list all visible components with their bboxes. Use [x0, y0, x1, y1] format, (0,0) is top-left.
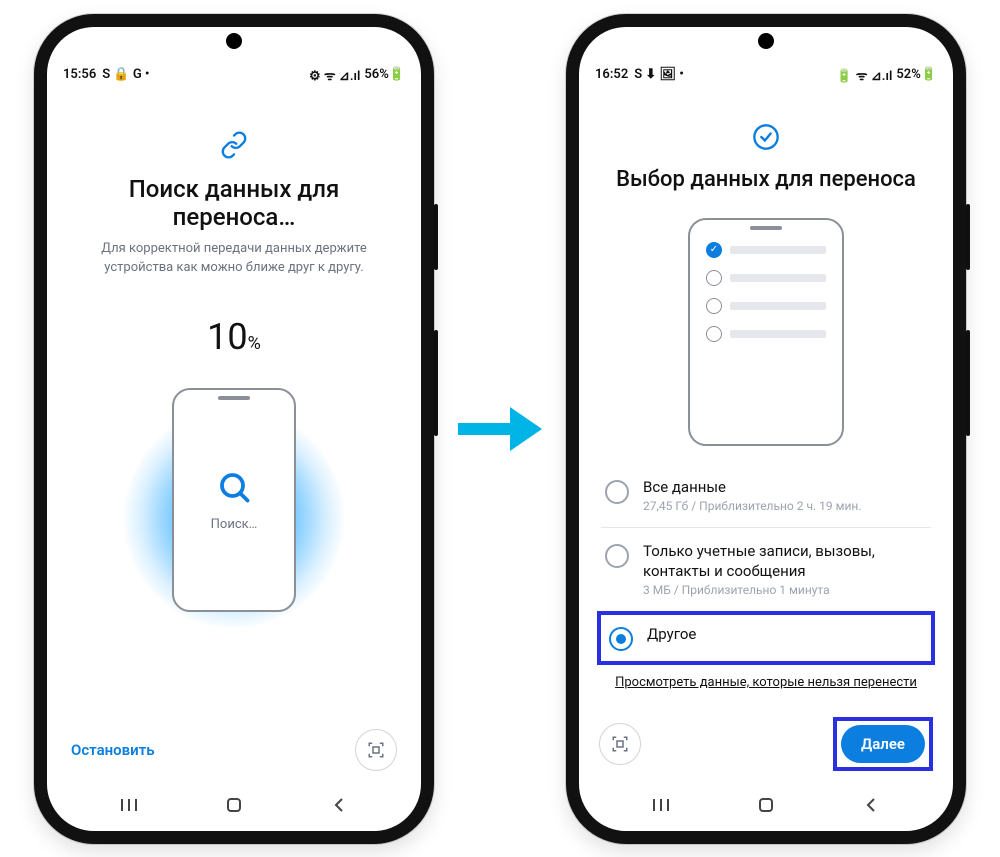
android-navbar: [579, 785, 953, 831]
option-accounts-only[interactable]: Только учетные записи, вызовы, контакты …: [601, 528, 931, 611]
phone-side-button: [966, 330, 970, 436]
checkmark-circle-icon: [579, 123, 953, 151]
status-icons: 🔋 ᯤ ⊿.ıl: [836, 66, 892, 84]
status-indicators: S ⬇ 🖼 •: [634, 67, 684, 82]
progress: 10%: [47, 316, 421, 358]
illustration: Поиск…: [47, 368, 421, 729]
page-title: Поиск данных для переноса…: [71, 175, 397, 231]
phone-side-button: [966, 204, 970, 270]
status-time: 15:56: [63, 67, 96, 82]
page-title: Выбор данных для переноса: [603, 167, 929, 192]
status-left: 16:52 S ⬇ 🖼 •: [595, 67, 684, 82]
status-time: 16:52: [595, 67, 628, 82]
status-bar: 16:52 S ⬇ 🖼 • 🔋 ᯤ ⊿.ıl 52%🔋: [579, 55, 953, 89]
battery-pct: 52%🔋: [896, 67, 937, 82]
stop-button[interactable]: Остановить: [71, 741, 155, 759]
scan-button[interactable]: [599, 723, 641, 765]
battery-pct: 56%🔋: [364, 67, 405, 82]
option-title: Все данные: [643, 478, 862, 498]
option-other[interactable]: Другое: [597, 611, 935, 665]
status-indicators: S 🔒 G •: [102, 67, 149, 82]
radio[interactable]: [605, 544, 629, 568]
option-title: Только учетные записи, вызовы, контакты …: [643, 542, 927, 581]
illustration: ✓: [688, 218, 844, 446]
next-highlight: Далее: [833, 717, 933, 771]
option-sub: 3 МБ / Приблизительно 1 минута: [643, 583, 927, 597]
option-sub: 27,45 Гб / Приблизительно 2 ч. 19 мин.: [643, 499, 862, 513]
page-subtitle: Для корректной передачи данных держите у…: [79, 239, 389, 278]
status-left: 15:56 S 🔒 G •: [63, 67, 150, 82]
phone-frame: 16:52 S ⬇ 🖼 • 🔋 ᯤ ⊿.ıl 52%🔋 Выбор данных…: [566, 14, 966, 844]
screen-select: 16:52 S ⬇ 🖼 • 🔋 ᯤ ⊿.ıl 52%🔋 Выбор данных…: [579, 27, 953, 831]
nav-recents[interactable]: [651, 795, 671, 815]
mini-notch: [218, 396, 250, 400]
search-icon: [214, 467, 254, 507]
mini-notch: [750, 226, 782, 230]
progress-value: 10: [207, 316, 247, 358]
phone-side-button: [434, 330, 438, 436]
android-navbar: [47, 785, 421, 831]
status-right: 🔋 ᯤ ⊿.ıl 52%🔋: [836, 66, 937, 84]
nav-home[interactable]: [756, 795, 776, 815]
footer: Далее: [579, 717, 953, 785]
scan-button[interactable]: [355, 729, 397, 771]
radio[interactable]: [605, 480, 629, 504]
footer: Остановить: [47, 729, 421, 785]
non-transferable-link[interactable]: Просмотреть данные, которые нельзя перен…: [603, 675, 929, 690]
option-title: Другое: [647, 625, 696, 645]
radio-selected[interactable]: [609, 627, 633, 651]
progress-unit: %: [248, 333, 261, 354]
status-right: ⚙ ᯤ ⊿.ıl 56%🔋: [309, 66, 405, 84]
mini-phone: Поиск…: [172, 388, 296, 612]
status-bar: 15:56 S 🔒 G • ⚙ ᯤ ⊿.ıl 56%🔋: [47, 55, 421, 89]
options-list: Все данные 27,45 Гб / Приблизительно 2 ч…: [601, 464, 931, 612]
next-button[interactable]: Далее: [841, 725, 925, 763]
screen-search: 15:56 S 🔒 G • ⚙ ᯤ ⊿.ıl 56%🔋 Поиск данных…: [47, 27, 421, 831]
phone-frame: 15:56 S 🔒 G • ⚙ ᯤ ⊿.ıl 56%🔋 Поиск данных…: [34, 14, 434, 844]
option-all-data[interactable]: Все данные 27,45 Гб / Приблизительно 2 ч…: [601, 464, 931, 529]
phone-side-button: [434, 204, 438, 270]
check-icon: ✓: [706, 242, 722, 258]
phone-left: 15:56 S 🔒 G • ⚙ ᯤ ⊿.ıl 56%🔋 Поиск данных…: [34, 14, 434, 844]
nav-back[interactable]: [861, 795, 881, 815]
nav-back[interactable]: [329, 795, 349, 815]
nav-home[interactable]: [224, 795, 244, 815]
link-icon: [47, 131, 421, 159]
arrow-icon: [458, 379, 542, 479]
status-icons: ⚙ ᯤ ⊿.ıl: [309, 66, 360, 84]
phone-right: 16:52 S ⬇ 🖼 • 🔋 ᯤ ⊿.ıl 52%🔋 Выбор данных…: [566, 14, 966, 844]
nav-recents[interactable]: [119, 795, 139, 815]
searching-label: Поиск…: [211, 517, 258, 532]
